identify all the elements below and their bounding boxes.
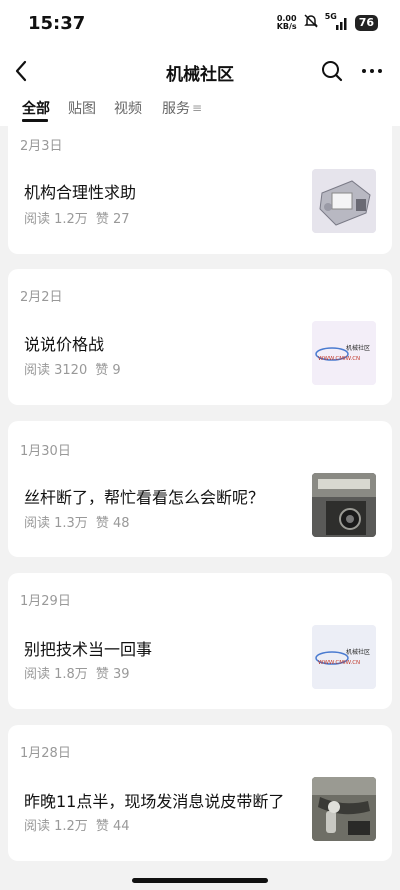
search-icon (322, 61, 343, 82)
read-count: 阅读 3120 (24, 363, 88, 378)
read-count: 阅读 1.8万 (24, 667, 88, 682)
active-tab-indicator (22, 119, 48, 122)
post-stats: 阅读 1.2万赞 27 (24, 208, 130, 227)
home-indicator[interactable] (132, 878, 268, 883)
tab-videos[interactable]: 视频 (114, 98, 142, 118)
status-bar: 15:37 0.00 KB/s 5G 76 (0, 0, 400, 46)
post-thumbnail[interactable] (312, 169, 376, 233)
post-card[interactable]: 1月28日 昨晚11点半，现场发消息说皮带断了 阅读 1.2万赞 44 (8, 725, 392, 861)
status-icons: 0.00 KB/s 5G 76 (277, 12, 378, 34)
logo-en-text: WWW.CMIW.CN (318, 660, 360, 666)
signal-icon: 5G (325, 12, 349, 31)
tab-images[interactable]: 贴图 (68, 98, 96, 118)
post-card[interactable]: 2月3日 机构合理性求助 阅读 1.2万赞 27 (8, 126, 392, 254)
cmiw-logo-image: 机械社区 WWW.CMIW.CN (312, 625, 376, 689)
post-stats: 阅读 3120 赞 9 (24, 359, 121, 378)
post-date: 1月29日 (20, 594, 71, 609)
logo-cn-text: 机械社区 (346, 344, 370, 352)
post-title[interactable]: 机构合理性求助 (24, 179, 136, 203)
battery-icon: 76 (354, 15, 378, 31)
post-stats: 阅读 1.8万赞 39 (24, 663, 130, 682)
post-date: 2月3日 (20, 139, 63, 154)
post-thumbnail[interactable]: 机械社区 WWW.CMIW.CN (312, 625, 376, 689)
like-count: 赞 44 (95, 819, 130, 834)
like-count: 赞 48 (95, 516, 130, 531)
status-time: 15:37 (28, 13, 86, 34)
like-count: 赞 39 (95, 667, 130, 682)
logo-en-text: WWW.CMIW.CN (318, 356, 360, 362)
more-dots-icon (362, 69, 382, 73)
post-title[interactable]: 说说价格战 (24, 331, 104, 355)
logo-cn-text: 机械社区 (346, 648, 370, 656)
app-header: 机械社区 (0, 46, 400, 96)
post-title[interactable]: 昨晚11点半，现场发消息说皮带断了 (24, 788, 284, 812)
like-count: 赞 27 (95, 212, 130, 227)
cmiw-logo-image: 机械社区 WWW.CMIW.CN (312, 321, 376, 385)
post-title[interactable]: 别把技术当一回事 (24, 636, 152, 660)
post-thumbnail[interactable] (312, 777, 376, 841)
tab-all[interactable]: 全部 (22, 98, 50, 118)
post-date: 1月30日 (20, 444, 71, 459)
post-thumbnail[interactable]: 机械社区 WWW.CMIW.CN (312, 321, 376, 385)
post-stats: 阅读 1.3万赞 48 (24, 512, 130, 531)
mute-bell-icon (303, 13, 319, 33)
post-stats: 阅读 1.2万赞 44 (24, 815, 130, 834)
tab-menu-icon[interactable]: ≡ (192, 101, 202, 115)
read-count: 阅读 1.2万 (24, 819, 88, 834)
belt-image (312, 777, 376, 841)
post-card[interactable]: 1月29日 别把技术当一回事 阅读 1.8万赞 39 机械社区 WWW.CMIW… (8, 573, 392, 709)
post-card[interactable]: 1月30日 丝杆断了，帮忙看看怎么会断呢？ 阅读 1.3万赞 48 (8, 421, 392, 557)
leadscrew-image (312, 473, 376, 537)
post-card[interactable]: 2月2日 说说价格战 阅读 3120 赞 9 机械社区 WWW.CMIW.CN (8, 269, 392, 405)
network-speed-unit: KB/s (276, 22, 297, 31)
like-count: 赞 9 (95, 363, 121, 378)
post-thumbnail[interactable] (312, 473, 376, 537)
search-button[interactable] (320, 59, 344, 83)
network-speed: 0.00 KB/s (277, 15, 297, 31)
post-date: 1月28日 (20, 746, 71, 761)
post-date: 2月2日 (20, 290, 63, 305)
more-button[interactable] (360, 59, 384, 83)
read-count: 阅读 1.2万 (24, 212, 88, 227)
tab-services[interactable]: 服务 (162, 98, 190, 118)
post-title[interactable]: 丝杆断了，帮忙看看怎么会断呢？ (24, 484, 264, 508)
mechanism-image (312, 169, 376, 233)
category-tabs: 全部 贴图 视频 服务 ≡ (0, 96, 400, 126)
read-count: 阅读 1.3万 (24, 516, 88, 531)
